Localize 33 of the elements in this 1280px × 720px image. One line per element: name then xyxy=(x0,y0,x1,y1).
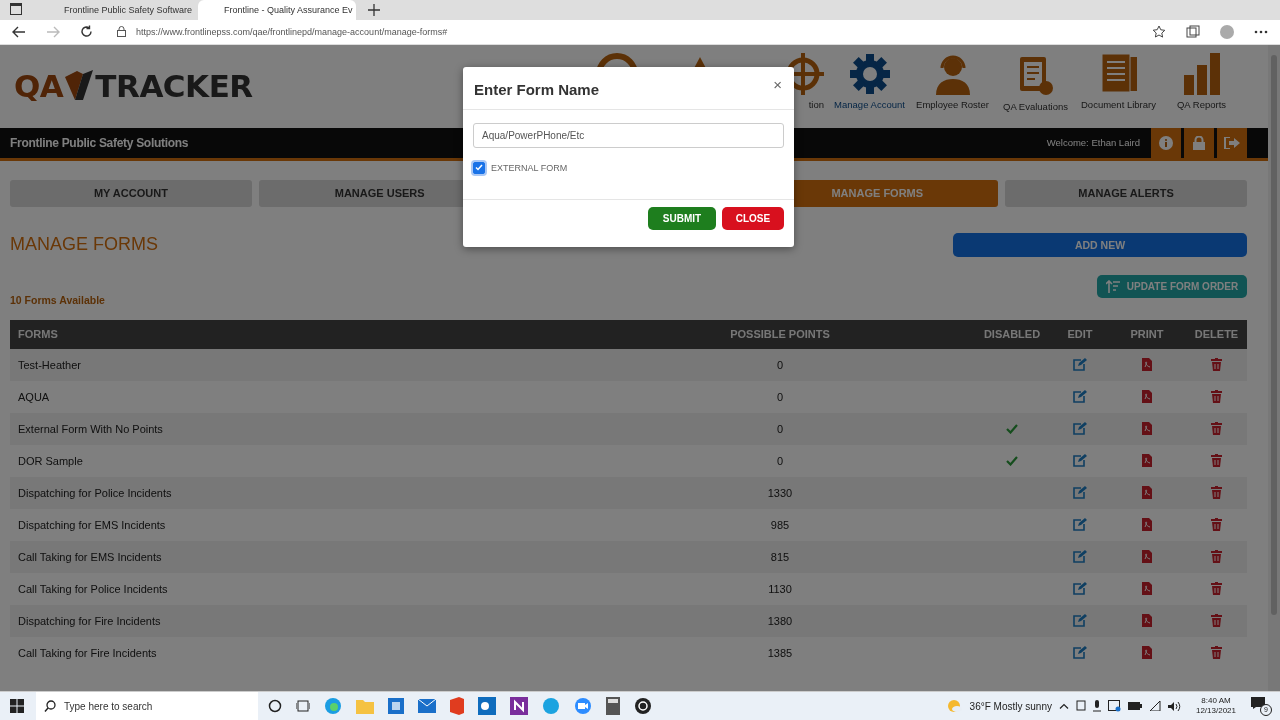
dialog-title: Enter Form Name xyxy=(474,81,600,99)
table-cell-text: External Form With No Points xyxy=(17,422,163,435)
checkbox-label: EXTERNAL FORM xyxy=(491,162,568,173)
column-header: FORMS xyxy=(17,328,58,341)
table-cell-text: Test-Heather xyxy=(17,358,81,371)
table-cell-text: Call Taking for EMS Incidents xyxy=(17,550,162,563)
table-cell-text: DOR Sample xyxy=(17,454,83,467)
column-header: DISABLED xyxy=(982,328,1042,341)
column-header: PRINT xyxy=(1130,328,1164,341)
table-cell-text: Dispatching for EMS Incidents xyxy=(17,518,166,531)
table-cell: 0 xyxy=(776,454,784,467)
table-cell: 1330 xyxy=(767,486,793,499)
qa-tracker-logo: QA TRACKER xyxy=(14,67,253,107)
table-cell: 0 xyxy=(776,358,784,371)
column-header: EDIT xyxy=(1067,328,1093,341)
table-cell: 1385 xyxy=(767,646,793,659)
table-cell-text: Call Taking for Fire Incidents xyxy=(17,646,157,659)
table-cell: 0 xyxy=(776,422,784,435)
page-title: MANAGE FORMS xyxy=(10,234,158,256)
forms-count: 10 Forms Available xyxy=(10,293,105,306)
welcome-text: Welcome: Ethan Laird xyxy=(1046,137,1140,149)
table-cell-text: Dispatching for Police Incidents xyxy=(17,486,172,499)
table-cell: 0 xyxy=(776,390,784,403)
table-cell-text: Dispatching for Fire Incidents xyxy=(17,614,161,627)
table-cell: 1380 xyxy=(767,614,793,627)
column-header: POSSIBLE POINTS xyxy=(730,328,830,341)
table-cell-text: AQUA xyxy=(17,390,50,403)
company-name: Frontline Public Safety Solutions xyxy=(10,135,189,150)
table-cell: 1130 xyxy=(768,582,792,595)
table-cell: 815 xyxy=(770,550,790,563)
table-cell: 985 xyxy=(770,518,790,531)
column-header: DELETE xyxy=(1194,328,1239,341)
table-cell-text: Call Taking for Police Incidents xyxy=(17,582,168,595)
